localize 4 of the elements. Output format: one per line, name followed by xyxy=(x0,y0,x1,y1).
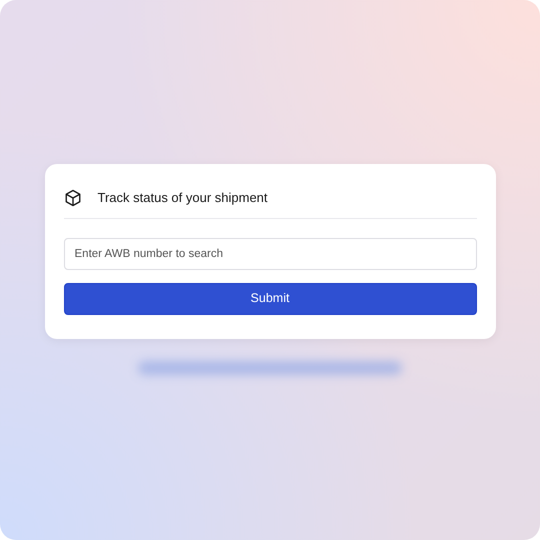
submit-button[interactable]: Submit xyxy=(64,282,476,314)
card-title: Track status of your shipment xyxy=(98,189,268,207)
box-icon xyxy=(64,188,82,207)
search-field[interactable]: Enter AWB number to search xyxy=(64,238,476,270)
